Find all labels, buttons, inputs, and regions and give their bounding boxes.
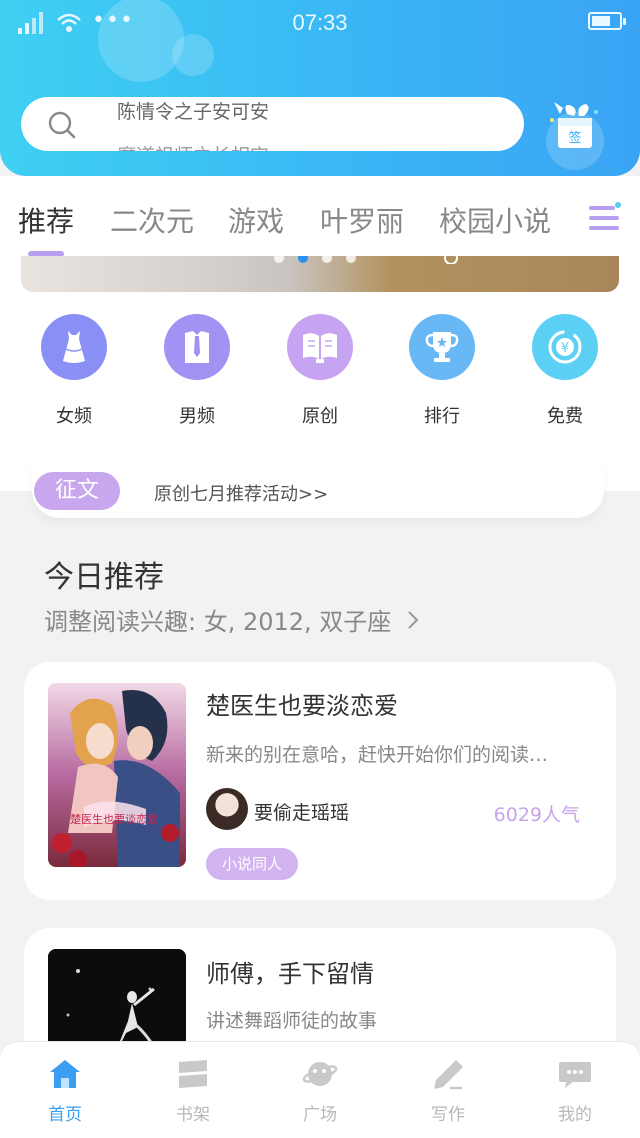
book-cover[interactable]: 楚医生也要谈恋爱 [48, 683, 186, 867]
home-icon [50, 1060, 80, 1088]
tab-games[interactable]: 游戏 [228, 200, 284, 240]
cover-title: 楚医生也要谈恋爱 [70, 812, 158, 826]
chat-bubble-icon [559, 1062, 591, 1088]
search-placeholder: 陈情令之子安可安 [117, 101, 270, 123]
shirt-tie-icon [164, 314, 230, 380]
nav-label: 广场 [303, 1105, 337, 1125]
notice-text[interactable]: 原创七月推荐活动>> [154, 480, 328, 506]
menu-icon [589, 202, 621, 230]
nav-label: 我的 [558, 1105, 592, 1125]
nav-write[interactable]: 写作 [408, 1058, 488, 1125]
svg-text:¥: ¥ [561, 341, 569, 356]
book-card[interactable]: 楚医生也要谈恋爱 楚医生也要淡恋爱 新来的别在意哈，赶快开始你们的阅读… 要偷走… [24, 662, 616, 900]
notice-tag: 征文 [34, 472, 120, 510]
clock: 07:33 [292, 10, 348, 35]
status-bar: ••• 07:33 [0, 0, 640, 46]
reading-interest-link[interactable]: 调整阅读兴趣: 女, 2012, 双子座 [44, 602, 419, 637]
promo-banner[interactable] [21, 256, 619, 292]
nav-label: 写作 [431, 1105, 465, 1125]
section-title: 今日推荐 [44, 560, 164, 595]
category-label: 女频 [56, 406, 92, 427]
dress-icon [41, 314, 107, 380]
planet-icon [302, 1062, 338, 1086]
search-bar[interactable]: 陈情令之子安可安 魔道祖师之长相守 [21, 97, 524, 151]
pen-icon [434, 1060, 463, 1090]
category-tabs: 推荐 二次元 游戏 叶罗丽 校园小说 [0, 176, 640, 258]
battery-icon [588, 12, 626, 30]
daily-sign-in-button[interactable]: 签 [544, 100, 606, 172]
bookshelf-icon [179, 1060, 207, 1088]
trophy-icon [409, 314, 475, 380]
category-ranking[interactable]: 排行 [387, 314, 497, 428]
reading-interest-text: 调整阅读兴趣: 女, 2012, 双子座 [44, 608, 392, 636]
nav-label: 书架 [176, 1105, 210, 1125]
nav-mine[interactable]: 我的 [535, 1058, 615, 1125]
carousel-dots [274, 256, 458, 264]
category-label: 免费 [547, 406, 583, 427]
book-description: 新来的别在意哈，赶快开始你们的阅读… [206, 744, 549, 766]
category-female[interactable]: 女频 [19, 314, 129, 428]
tab-anime[interactable]: 二次元 [110, 200, 194, 240]
category-label: 原创 [302, 406, 338, 427]
tab-yeloli[interactable]: 叶罗丽 [320, 200, 404, 240]
nav-home[interactable]: 首页 [25, 1058, 105, 1125]
bottom-navigation: 首页 书架 广场 写作 我的 [0, 1041, 640, 1138]
tab-campus-novel[interactable]: 校园小说 [439, 200, 551, 240]
chevron-right-icon [408, 611, 419, 629]
category-male[interactable]: 男频 [142, 314, 252, 428]
nav-bookshelf[interactable]: 书架 [153, 1058, 233, 1125]
search-next-hint: 魔道祖师之长相守 [117, 141, 269, 151]
book-title[interactable]: 楚医生也要淡恋爱 [206, 686, 398, 721]
header: ••• 07:33 陈情令之子安可安 魔道祖师之长相守 签 [0, 0, 640, 176]
nav-label: 首页 [48, 1105, 82, 1125]
nav-square[interactable]: 广场 [280, 1058, 360, 1125]
category-label: 排行 [424, 406, 460, 427]
search-icon [48, 111, 76, 139]
tab-recommend[interactable]: 推荐 [18, 200, 74, 240]
book-description: 讲述舞蹈师徒的故事 [206, 1010, 378, 1032]
popularity-count: 6029人气 [493, 804, 580, 826]
category-original[interactable]: 原创 [265, 314, 375, 428]
sign-label: 签 [568, 130, 581, 146]
category-label: 男频 [179, 406, 215, 427]
author-avatar[interactable] [206, 788, 248, 830]
book-title[interactable]: 师傅，手下留情 [206, 954, 374, 989]
tab-menu-button[interactable] [586, 200, 622, 236]
gift-sign-icon: 签 [550, 102, 598, 148]
author-name[interactable]: 要偷走瑶瑶 [254, 798, 349, 825]
yuan-coin-icon: ¥ [532, 314, 598, 380]
open-book-icon [287, 314, 353, 380]
genre-badge[interactable]: 小说同人 [206, 848, 299, 880]
event-notice[interactable]: 征文 原创七月推荐活动>> [32, 462, 604, 518]
quick-access-area: 女频 男频 原创 排行 ¥ 免费 [0, 256, 640, 491]
category-free[interactable]: ¥ 免费 [510, 314, 620, 428]
